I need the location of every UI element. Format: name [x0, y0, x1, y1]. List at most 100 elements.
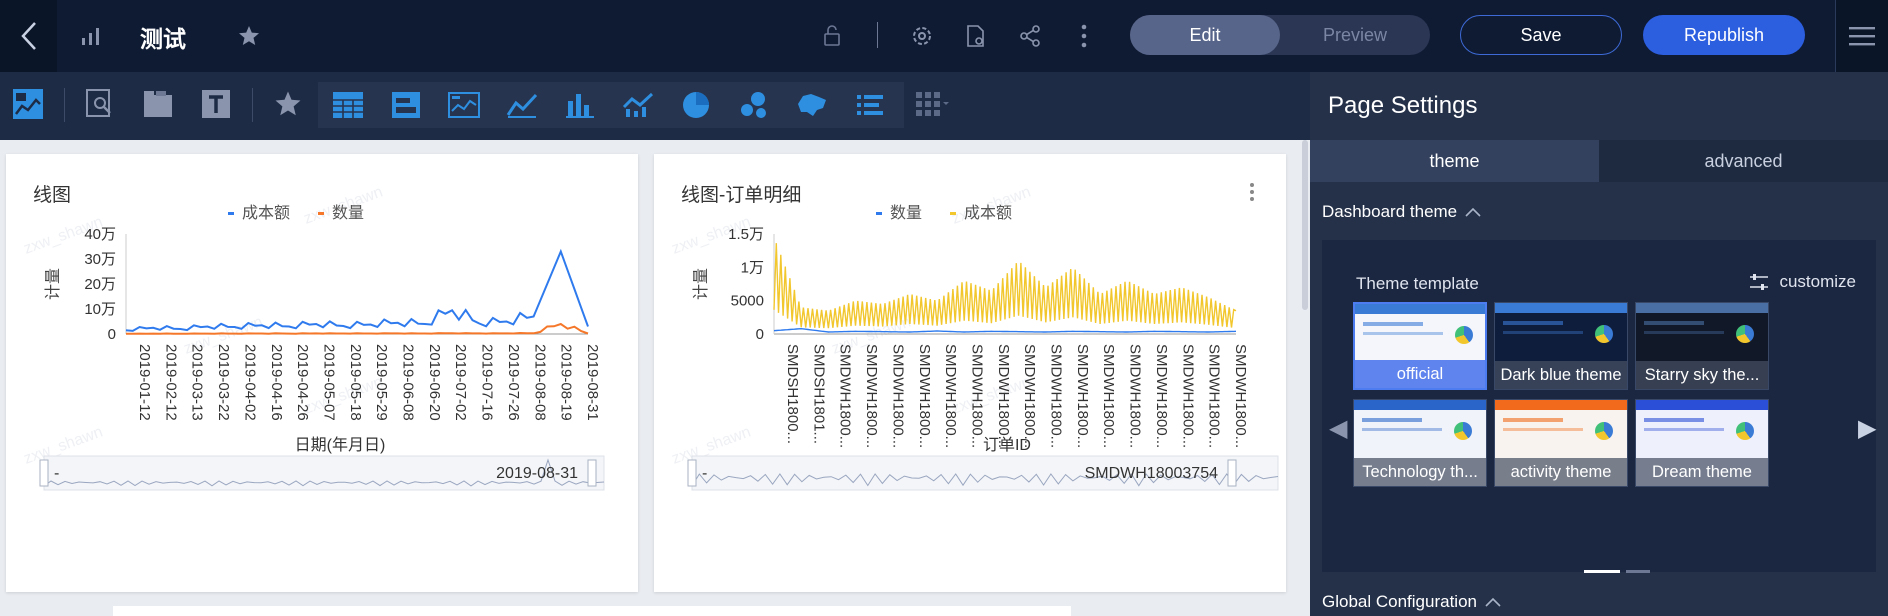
- save-button[interactable]: Save: [1460, 15, 1622, 55]
- tab-advanced[interactable]: advanced: [1599, 140, 1888, 182]
- x-tick-label: SMDSH1801...: [810, 344, 827, 444]
- x-tick-label: SMDWH1800...: [995, 344, 1012, 448]
- x-axis-label: 订单ID: [983, 436, 1031, 454]
- file-settings-icon[interactable]: [962, 22, 990, 50]
- x-tick-label: 2019-08-31: [584, 344, 601, 421]
- table-icon[interactable]: [330, 87, 366, 123]
- line-chart-2: zxw_shawnzxw_shawnzxw_shawnzxw_shawnzxw_…: [670, 183, 1279, 491]
- x-tick-label: SMDWH1800...: [968, 344, 985, 448]
- range-start-label: -: [702, 465, 707, 482]
- thumbnail-bar: [1363, 332, 1443, 335]
- chart-card-3[interactable]: [113, 606, 1071, 616]
- thumbnail-pie: [1455, 326, 1473, 344]
- theme-thumbnail[interactable]: official: [1353, 302, 1487, 390]
- theme-thumbnail[interactable]: Starry sky the...: [1635, 302, 1769, 390]
- sliders-icon: [1750, 274, 1769, 290]
- chevron-left-icon: [20, 22, 36, 50]
- theme-thumbnail[interactable]: activity theme: [1494, 399, 1628, 487]
- share-icon[interactable]: [1016, 22, 1044, 50]
- series-line: [773, 327, 1237, 333]
- more-vertical-icon[interactable]: [1070, 22, 1098, 50]
- hamburger-icon: [1849, 27, 1875, 46]
- global-config-section[interactable]: Global Configuration: [1322, 592, 1501, 612]
- back-button[interactable]: [0, 0, 57, 72]
- theme-template-box: Theme template customize ◀ ▶ official Dar…: [1322, 240, 1876, 573]
- series-line: [125, 248, 589, 332]
- line-chart-icon[interactable]: [504, 87, 540, 123]
- x-tick-label: SMDWH1800...: [1048, 344, 1065, 448]
- republish-button[interactable]: Republish: [1643, 15, 1805, 55]
- x-tick-label: SMDWH1800...: [1232, 344, 1249, 448]
- thumbnail-pie: [1736, 422, 1754, 440]
- star-icon[interactable]: [235, 22, 263, 50]
- x-tick-label: 2019-05-29: [373, 344, 390, 421]
- thumbnail-bar: [1644, 321, 1704, 325]
- y-tick-label: 30万: [84, 251, 116, 268]
- legend-label: 数量: [890, 204, 922, 222]
- dashboard-icon[interactable]: [10, 86, 46, 122]
- chevron-right-icon[interactable]: ▶: [1858, 414, 1876, 443]
- x-tick-label: SMDWH1800...: [916, 344, 933, 448]
- y-tick-label: 5000: [731, 293, 764, 310]
- thumbnail-bar: [1503, 321, 1563, 325]
- thumbnail-bar: [1503, 331, 1583, 334]
- y-tick-label: 10万: [84, 301, 116, 318]
- thumbnail-header: [1354, 400, 1486, 410]
- range-end-label: 2019-08-31: [496, 465, 578, 482]
- carousel-dot-active[interactable]: [1584, 570, 1620, 573]
- theme-label: official: [1355, 360, 1485, 388]
- series-line: [773, 243, 1237, 329]
- tab-theme[interactable]: theme: [1310, 140, 1599, 182]
- card-icon[interactable]: [388, 87, 424, 123]
- text-icon[interactable]: [198, 86, 234, 122]
- section-label: Dashboard theme: [1322, 202, 1458, 221]
- filter-search-icon[interactable]: [82, 86, 118, 122]
- scatter-chart-icon[interactable]: [736, 87, 772, 123]
- legend-swatch: [876, 212, 882, 215]
- panel-title: Page Settings: [1328, 92, 1478, 119]
- dashboard-theme-section[interactable]: Dashboard theme: [1322, 202, 1481, 222]
- kpi-chart-icon[interactable]: [446, 87, 482, 123]
- y-tick-label: 0: [108, 326, 116, 343]
- menu-button[interactable]: [1835, 0, 1888, 72]
- tab-container-icon[interactable]: [140, 86, 176, 122]
- gear-icon[interactable]: [908, 22, 936, 50]
- x-tick-label: 2019-07-26: [505, 344, 522, 421]
- x-tick-label: 2019-01-12: [136, 344, 153, 421]
- y-tick-label: 20万: [84, 276, 116, 293]
- more-components-icon[interactable]: [914, 86, 950, 122]
- chart-bars-icon[interactable]: [78, 22, 106, 50]
- edit-mode-button[interactable]: Edit: [1130, 15, 1280, 55]
- y-axis-label: 计量: [692, 268, 710, 300]
- chart-card-1[interactable]: 线图 zxw_shawn zxw_shawn zxw_shawn zxw_shawn z…: [6, 154, 638, 592]
- legend-swatch: [228, 212, 234, 215]
- theme-thumbnail[interactable]: Technology th...: [1353, 399, 1487, 487]
- bar-chart-icon[interactable]: [562, 87, 598, 123]
- lock-icon[interactable]: [818, 22, 846, 50]
- carousel-dot[interactable]: [1626, 570, 1650, 573]
- chevron-up-icon: [1485, 597, 1501, 607]
- x-tick-label: 2019-05-07: [320, 344, 337, 421]
- canvas-scrollbar[interactable]: [1302, 140, 1308, 310]
- thumbnail-pie: [1595, 325, 1613, 343]
- list-icon[interactable]: [852, 87, 888, 123]
- preview-mode-button[interactable]: Preview: [1280, 15, 1430, 55]
- mode-switch: Edit Preview: [1130, 15, 1430, 55]
- chevron-left-icon[interactable]: ◀: [1329, 414, 1347, 443]
- customize-button[interactable]: customize: [1749, 272, 1856, 292]
- x-tick-label: 2019-03-22: [215, 344, 232, 421]
- pie-chart-icon[interactable]: [678, 87, 714, 123]
- x-tick-label: 2019-03-13: [189, 344, 206, 421]
- legend-swatch: [318, 212, 324, 215]
- x-tick-label: 2019-08-08: [531, 344, 548, 421]
- map-icon[interactable]: [794, 87, 830, 123]
- chart-card-2[interactable]: 线图-订单明细 zxw_shawn zxw_shawn zxw_shawn zxw_s…: [654, 154, 1286, 592]
- range-slider-handle-left: [39, 459, 49, 487]
- theme-thumbnail[interactable]: Dream theme: [1635, 399, 1769, 487]
- combo-chart-icon[interactable]: [620, 87, 656, 123]
- page-settings-panel: Page Settings theme advanced Dashboard t…: [1310, 72, 1888, 616]
- range-slider-handle-right: [1227, 459, 1237, 487]
- favorite-icon[interactable]: [270, 86, 306, 122]
- theme-label: Technology th...: [1354, 458, 1486, 486]
- theme-thumbnail[interactable]: Dark blue theme: [1494, 302, 1628, 390]
